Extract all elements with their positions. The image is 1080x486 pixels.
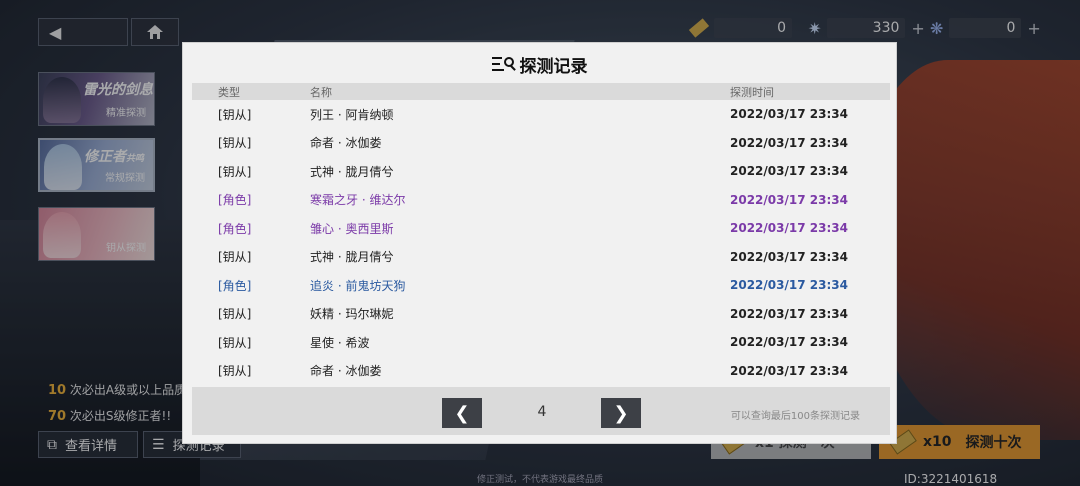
- cell-type: [角色]: [218, 221, 252, 236]
- cell-name: 追炎 · 前鬼坊天狗: [310, 278, 406, 293]
- cell-time: 2022/03/17 23:34: [730, 164, 848, 179]
- cell-name: 寒霜之牙 · 维达尔: [310, 193, 406, 208]
- header-time: 探测时间: [730, 85, 774, 99]
- header-type: 类型: [218, 85, 240, 99]
- cell-type: [角色]: [218, 278, 252, 293]
- cell-time: 2022/03/17 23:34: [730, 107, 848, 122]
- cell-type: [钥从]: [218, 107, 252, 122]
- table-row: [角色] 追炎 · 前鬼坊天狗 2022/03/17 23:34: [192, 271, 890, 300]
- cell-time: 2022/03/17 23:34: [730, 335, 848, 350]
- records-limit-note: 可以查询最后100条探测记录: [730, 411, 860, 422]
- table-row: [角色] 雏心 · 奥西里斯 2022/03/17 23:34: [192, 214, 890, 243]
- table-row: [钥从] 命者 · 冰伽娄 2022/03/17 23:34: [192, 129, 890, 158]
- table-row: [钥从] 命者 · 冰伽娄 2022/03/17 23:34: [192, 357, 890, 386]
- cell-time: 2022/03/17 23:34: [730, 363, 848, 378]
- cell-type: [钥从]: [218, 364, 252, 379]
- cell-type: [钥从]: [218, 136, 252, 151]
- cell-name: 星使 · 希波: [310, 335, 370, 350]
- cell-time: 2022/03/17 23:34: [730, 306, 848, 321]
- table-row: [钥从] 星使 · 希波 2022/03/17 23:34: [192, 328, 890, 357]
- cell-name: 列王 · 阿肯纳顿: [310, 107, 394, 122]
- cell-type: [钥从]: [218, 250, 252, 265]
- cell-type: [钥从]: [218, 307, 252, 322]
- cell-type: [钥从]: [218, 164, 252, 179]
- record-search-icon: [491, 55, 516, 73]
- cell-name: 命者 · 冰伽娄: [310, 364, 382, 379]
- cell-name: 命者 · 冰伽娄: [310, 136, 382, 151]
- cell-time: 2022/03/17 23:34: [730, 278, 848, 293]
- page-number: 4: [537, 404, 547, 420]
- cell-time: 2022/03/17 23:34: [730, 221, 848, 236]
- cell-time: 2022/03/17 23:34: [730, 135, 848, 150]
- cell-type: [角色]: [218, 193, 252, 208]
- header-name: 名称: [310, 85, 332, 99]
- next-page-button[interactable]: ❯: [601, 398, 641, 428]
- pagination: ❮ 4 ❯ 可以查询最后100条探测记录: [192, 387, 890, 435]
- table-row: [钥从] 列王 · 阿肯纳顿 2022/03/17 23:34: [192, 100, 890, 129]
- records-modal: 探测记录 类型 名称 探测时间 [钥从] 列王 · 阿肯纳顿 2022/03/17 …: [182, 42, 897, 444]
- records-table: 类型 名称 探测时间 [钥从] 列王 · 阿肯纳顿 2022/03/17 23:34…: [192, 83, 890, 385]
- table-row: [钥从] 式神 · 胧月倩兮 2022/03/17 23:34: [192, 157, 890, 186]
- cell-name: 雏心 · 奥西里斯: [310, 221, 394, 236]
- table-header: 类型 名称 探测时间: [192, 83, 890, 100]
- cell-time: 2022/03/17 23:34: [730, 192, 848, 207]
- cell-type: [钥从]: [218, 335, 252, 350]
- cell-name: 妖精 · 玛尔琳妮: [310, 307, 394, 322]
- table-row: [钥从] 妖精 · 玛尔琳妮 2022/03/17 23:34: [192, 300, 890, 329]
- modal-title: 探测记录: [183, 51, 896, 77]
- cell-time: 2022/03/17 23:34: [730, 249, 848, 264]
- cell-name: 式神 · 胧月倩兮: [310, 164, 394, 179]
- table-row: [角色] 寒霜之牙 · 维达尔 2022/03/17 23:34: [192, 186, 890, 215]
- cell-name: 式神 · 胧月倩兮: [310, 250, 394, 265]
- table-row: [钥从] 式神 · 胧月倩兮 2022/03/17 23:34: [192, 243, 890, 272]
- prev-page-button[interactable]: ❮: [442, 398, 482, 428]
